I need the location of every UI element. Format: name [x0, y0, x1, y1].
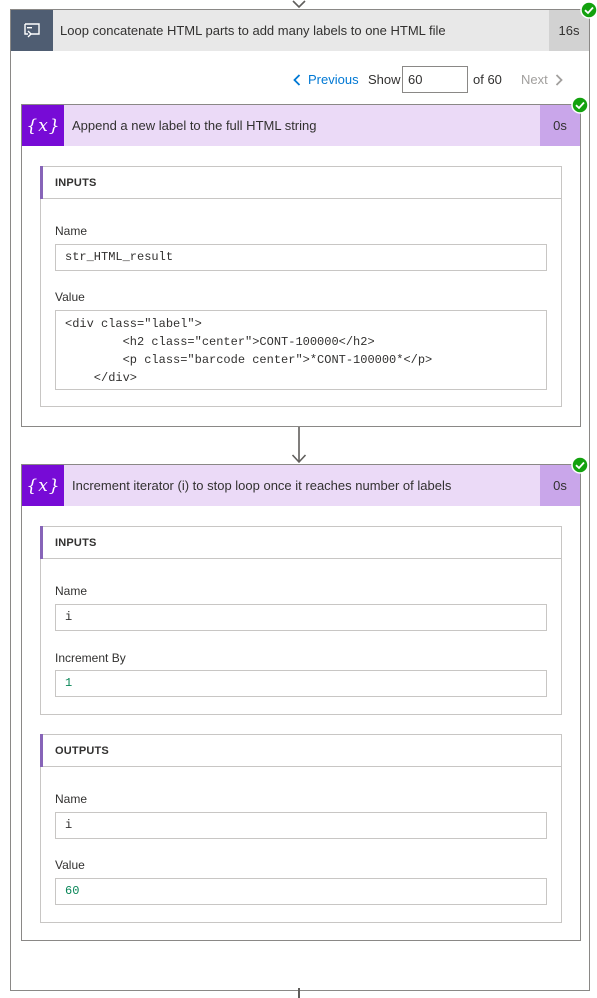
field-label: Name — [55, 224, 88, 238]
show-label: Show — [368, 72, 401, 87]
previous-button[interactable]: Previous — [293, 72, 359, 87]
connector-arrow-icon — [291, 427, 307, 464]
loop-title: Loop concatenate HTML parts to add many … — [60, 23, 446, 38]
iteration-input[interactable] — [402, 66, 468, 93]
section-title: OUTPUTS — [55, 745, 109, 757]
section-header: INPUTS — [40, 526, 561, 559]
section-title: INPUTS — [55, 177, 97, 189]
field-label: Name — [55, 792, 88, 806]
action-title: Increment iterator (i) to stop loop once… — [72, 478, 452, 493]
success-check-icon — [580, 1, 597, 19]
chevron-left-icon — [293, 73, 301, 86]
action-title: Append a new label to the full HTML stri… — [72, 118, 317, 133]
loop-card: Loop concatenate HTML parts to add many … — [10, 1, 597, 991]
action-header[interactable]: {x} Append a new label to the full HTML … — [22, 96, 589, 146]
field-label: Name — [55, 584, 88, 598]
incoming-arrow-icon — [292, 0, 306, 9]
success-check-icon — [571, 96, 589, 114]
iteration-total: of 60 — [473, 72, 502, 87]
field-label: Increment By — [55, 651, 126, 665]
previous-label: Previous — [308, 72, 359, 87]
section-header: OUTPUTS — [40, 734, 561, 767]
action-header[interactable]: {x} Increment iterator (i) to stop loop … — [22, 456, 589, 506]
loop-header[interactable]: Loop concatenate HTML parts to add many … — [11, 1, 597, 51]
variable-icon: {x} — [22, 105, 64, 146]
variable-icon: {x} — [22, 465, 64, 506]
inputs-section: INPUTS Name i Increment By 1 — [40, 526, 562, 715]
next-label: Next — [521, 72, 548, 87]
next-button[interactable]: Next — [521, 72, 563, 87]
section-title: INPUTS — [55, 537, 97, 549]
outputs-section: OUTPUTS Name i Value 60 — [40, 734, 562, 923]
name-field: i — [55, 604, 547, 631]
inputs-section: INPUTS Name str_HTML_result Value <div c… — [40, 166, 562, 407]
field-label: Value — [55, 858, 85, 872]
chevron-right-icon — [555, 73, 563, 86]
name-field: str_HTML_result — [55, 244, 547, 271]
action-card-append: {x} Append a new label to the full HTML … — [21, 96, 589, 427]
loop-icon — [11, 10, 53, 51]
value-field: <div class="label"> <h2 class="center">C… — [55, 310, 547, 390]
section-header: INPUTS — [40, 166, 561, 199]
name-field: i — [55, 812, 547, 839]
increment-by-field: 1 — [55, 670, 547, 697]
field-label: Value — [55, 290, 85, 304]
outgoing-connector — [298, 988, 300, 998]
value-field: 60 — [55, 878, 547, 905]
iteration-pager: Previous Show of 60 Next — [11, 66, 589, 94]
success-check-icon — [571, 456, 589, 474]
action-card-increment: {x} Increment iterator (i) to stop loop … — [21, 456, 589, 941]
